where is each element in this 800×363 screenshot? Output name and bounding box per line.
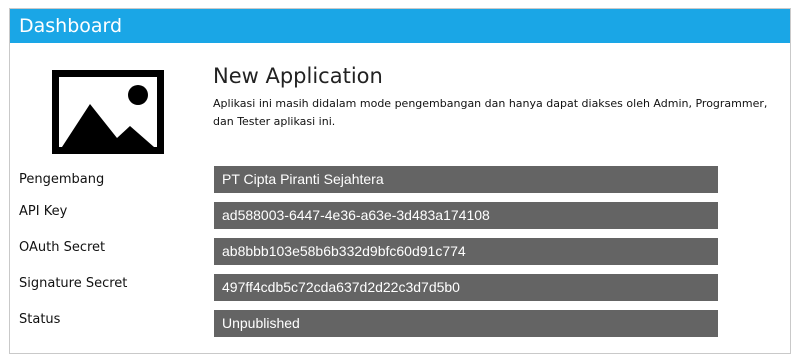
label-status: Status — [19, 312, 61, 327]
value-oauth-secret: ab8bbb103e58b6b332d9bfc60d91c774 — [214, 238, 718, 265]
label-oauth-secret: OAuth Secret — [19, 240, 106, 255]
value-api-key: ad588003-6447-4e36-a63e-3d483a174108 — [214, 202, 718, 229]
label-signature-secret: Signature Secret — [19, 276, 128, 291]
value-status: Unpublished — [214, 310, 718, 337]
app-name: New Application — [213, 64, 383, 88]
image-placeholder-icon — [52, 70, 164, 154]
value-signature-secret: 497ff4cdb5c72cda637d2d22c3d7d5b0 — [214, 274, 718, 301]
label-pengembang: Pengembang — [19, 172, 105, 187]
label-api-key: API Key — [19, 204, 68, 219]
dashboard-header: Dashboard — [10, 9, 790, 43]
app-description: Aplikasi ini masih didalam mode pengemba… — [213, 97, 768, 128]
dashboard-panel: Dashboard New Application Aplikasi ini m… — [9, 8, 791, 354]
value-pengembang: PT Cipta Piranti Sejahtera — [214, 166, 718, 193]
header-title: Dashboard — [19, 15, 123, 37]
